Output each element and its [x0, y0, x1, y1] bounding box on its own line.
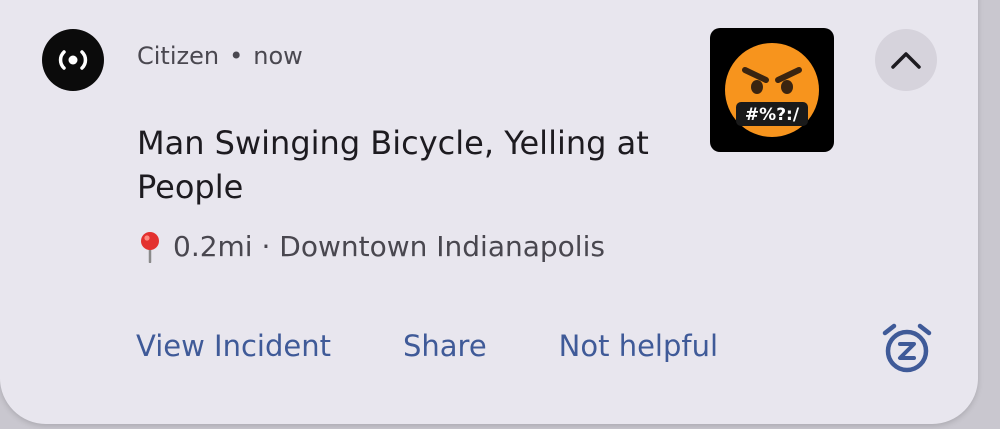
chevron-up-icon: [891, 52, 921, 69]
collapse-button[interactable]: [875, 29, 937, 91]
location-text: 0.2mi · Downtown Indianapolis: [173, 230, 605, 263]
notification-time: now: [253, 42, 303, 70]
citizen-app-icon: [42, 29, 104, 91]
incident-location: 0.2mi · Downtown Indianapolis: [139, 230, 605, 263]
notification-title: Man Swinging Bicycle, Yelling at People: [137, 124, 649, 206]
angry-cursing-emoji-icon: #%?:/: [725, 43, 819, 137]
snooze-alarm-icon: [882, 323, 932, 373]
incident-thumbnail[interactable]: #%?:/: [710, 28, 834, 152]
broadcast-icon: [58, 50, 88, 70]
notification-card[interactable]: Citizen • now Man Swinging Bicycle, Yellin…: [0, 0, 978, 424]
not-helpful-button[interactable]: Not helpful: [559, 329, 718, 363]
thumbnail-symbols: #%?:/: [745, 105, 800, 125]
view-incident-button[interactable]: View Incident: [136, 329, 331, 363]
header-separator: •: [229, 42, 244, 70]
notification-actions: View Incident Share Not helpful: [136, 329, 718, 363]
snooze-button[interactable]: [877, 318, 937, 378]
notification-header: Citizen • now: [137, 42, 303, 70]
app-name: Citizen: [137, 42, 220, 70]
location-pin-icon: [139, 231, 161, 263]
share-button[interactable]: Share: [403, 329, 487, 363]
